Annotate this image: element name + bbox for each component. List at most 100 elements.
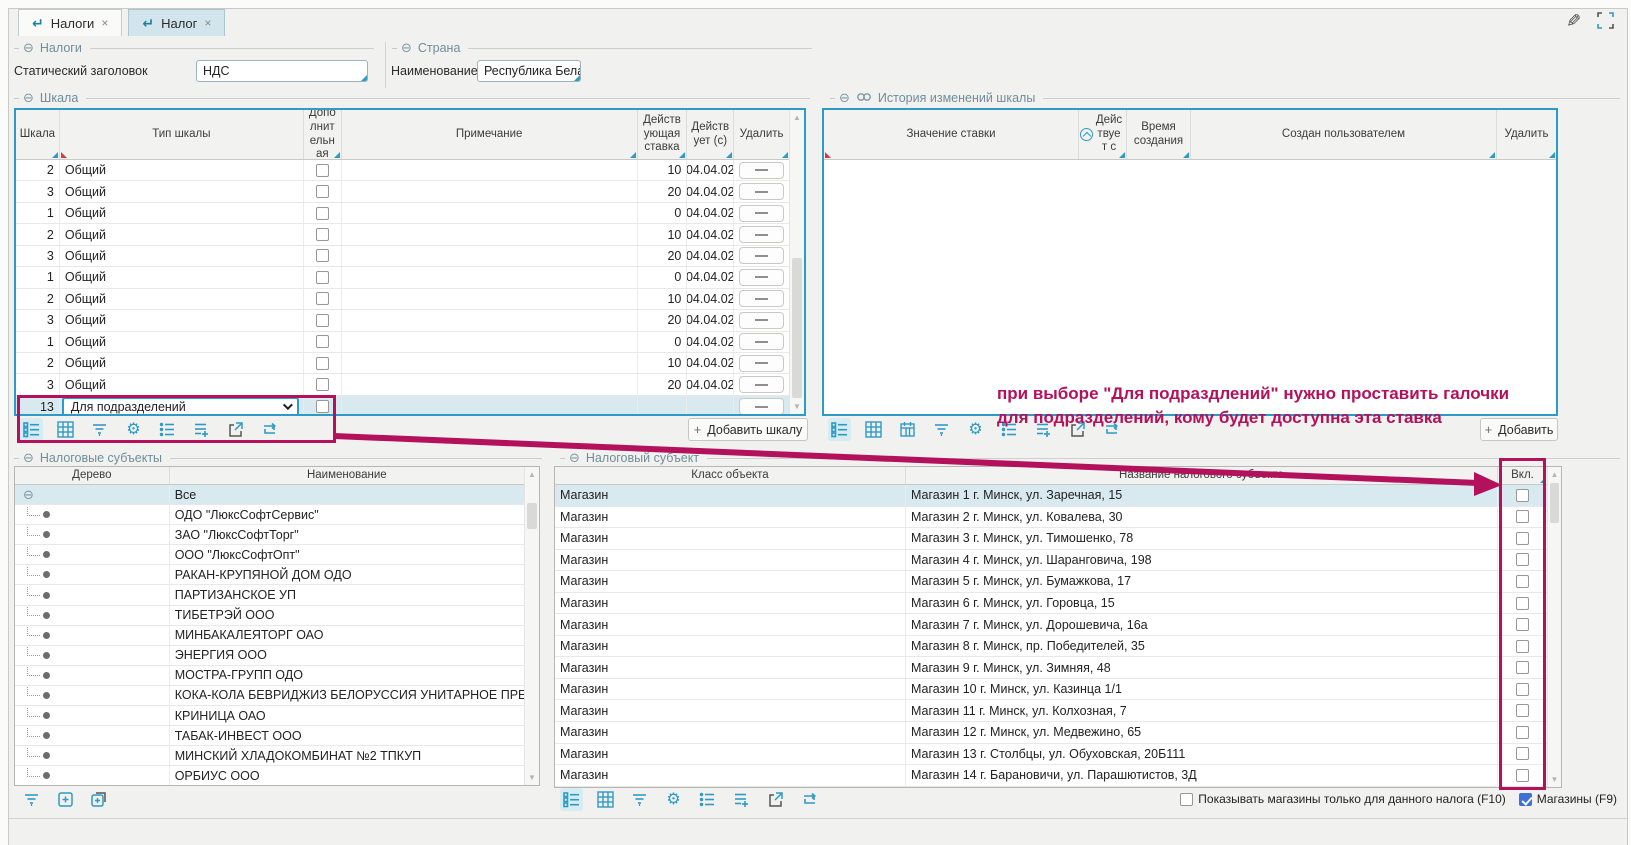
delete-row-button[interactable] — [739, 355, 784, 372]
col-primechanie[interactable]: Примечание — [342, 110, 638, 159]
tree-row[interactable]: ЗАО "ЛюксСофтТорг" — [15, 525, 524, 545]
tree-node-icon[interactable] — [43, 772, 50, 779]
table-row[interactable]: Магазин Магазин 4 г. Минск, ул. Шарангов… — [555, 550, 1547, 572]
tree-row[interactable]: ПАРТИЗАНСКОЕ УП — [15, 585, 524, 605]
tree-node-icon[interactable] — [43, 652, 50, 659]
table-row[interactable]: Магазин Магазин 10 г. Минск, ул. Казинца… — [555, 679, 1547, 701]
checkbox[interactable] — [316, 185, 329, 198]
country-name-input[interactable]: Республика Белар — [477, 60, 581, 82]
checkbox[interactable] — [316, 335, 329, 348]
tree-node-icon[interactable] — [43, 752, 50, 759]
gear-icon[interactable]: ⚙ — [964, 418, 987, 441]
delete-row-button[interactable] — [739, 269, 784, 286]
refresh-icon[interactable] — [798, 788, 821, 811]
delete-row-button[interactable] — [739, 183, 784, 200]
table-row[interactable]: 1 Общий 0 04.04.02 — [16, 332, 789, 353]
tree-node-icon[interactable] — [43, 511, 50, 518]
col-date[interactable]: Действует (с) — [687, 110, 734, 159]
scroll-up-icon[interactable]: ▲ — [1548, 470, 1561, 479]
col-created-by[interactable]: Создан пользователем — [1191, 110, 1497, 159]
table-row[interactable]: Магазин Магазин 12 г. Минск, ул. Медвежи… — [555, 722, 1547, 744]
delete-row-button[interactable] — [739, 205, 784, 222]
table-row[interactable]: 3 Общий 20 04.04.02 — [16, 310, 789, 331]
scroll-up-icon[interactable]: ▲ — [525, 470, 539, 479]
pencil-icon[interactable]: ✎ — [1566, 11, 1581, 32]
delete-row-button[interactable] — [739, 333, 784, 350]
grid-icon[interactable] — [862, 418, 885, 441]
scroll-down-icon[interactable]: ▼ — [525, 773, 539, 782]
tree-row[interactable]: ТИБЕТРЭЙ ООО — [15, 606, 524, 626]
tree-node-icon[interactable] — [43, 592, 50, 599]
scroll-thumb[interactable] — [792, 258, 802, 398]
table-row[interactable]: 2 Общий 10 04.04.02 — [16, 224, 789, 245]
close-icon[interactable]: × — [204, 16, 211, 30]
table-row[interactable]: 3 Общий 20 04.04.02 — [16, 374, 789, 395]
col-dopolnitelnaya[interactable]: Дополнительная — [304, 110, 342, 159]
tree-row[interactable]: МИНСКИЙ ХЛАДОКОМБИНАТ №2 ТПКУП — [15, 746, 524, 766]
col-created-time[interactable]: Время создания — [1127, 110, 1191, 159]
checkbox-shops-f9[interactable] — [1519, 793, 1532, 806]
table-row[interactable]: 1 Общий 0 04.04.02 — [16, 203, 789, 224]
calendar-icon[interactable] — [896, 418, 919, 441]
tree-row[interactable]: КОКА-КОЛА БЕВРИДЖИЗ БЕЛОРУССИЯ УНИТАРНОЕ… — [15, 686, 524, 706]
delete-row-button[interactable] — [739, 376, 784, 393]
collapse-icon[interactable]: ⊖ — [569, 450, 580, 466]
col-name[interactable]: Наименование — [170, 467, 524, 484]
tree-row[interactable]: ЭНЕРГИЯ ООО — [15, 646, 524, 666]
tree-row[interactable]: РАКАН-КРУПЯНОЙ ДОМ ОДО — [15, 565, 524, 585]
collapse-icon[interactable]: ⊖ — [23, 487, 34, 503]
tree-node-icon[interactable] — [43, 732, 50, 739]
checkbox[interactable] — [316, 207, 329, 220]
collapse-icon[interactable]: ⊖ — [401, 40, 412, 56]
tree-node-icon[interactable] — [43, 672, 50, 679]
close-icon[interactable]: × — [101, 16, 108, 30]
col-tree[interactable]: Дерево — [15, 467, 170, 484]
scroll-down-icon[interactable]: ▼ — [1548, 775, 1561, 784]
collapse-icon[interactable]: ⊖ — [23, 40, 34, 56]
collapse-icon[interactable]: ⊖ — [23, 450, 34, 466]
tree-node-icon[interactable] — [43, 632, 50, 639]
col-subject-name[interactable]: Название налогового субъекта — [906, 467, 1498, 484]
delete-row-button[interactable] — [739, 398, 784, 415]
table-row[interactable]: Магазин Магазин 13 г. Столбцы, ул. Обухо… — [555, 744, 1547, 766]
col-delete[interactable]: Удалить — [1497, 110, 1556, 159]
tree-row[interactable]: КРИНИЦА ОАО — [15, 706, 524, 726]
checkbox[interactable] — [316, 271, 329, 284]
scroll-thumb[interactable] — [1550, 483, 1559, 523]
tree-row[interactable]: ТАБАК-ИНВЕСТ ООО — [15, 726, 524, 746]
delete-row-button[interactable] — [739, 226, 784, 243]
gear-icon[interactable]: ⚙ — [662, 788, 685, 811]
list-icon[interactable] — [560, 788, 583, 811]
delete-row-button[interactable] — [739, 162, 784, 179]
table-row[interactable]: Магазин Магазин 1 г. Минск, ул. Заречная… — [555, 485, 1547, 507]
fullscreen-icon[interactable] — [1596, 11, 1615, 32]
tree-row[interactable]: МИНБАКАЛЕЯТОРГ ОАО — [15, 626, 524, 646]
checkbox-show-only-tax[interactable] — [1180, 793, 1193, 806]
col-tip-shkaly[interactable]: Тип шкалы — [60, 110, 304, 159]
table-row[interactable]: 3 Общий 20 04.04.02 — [16, 181, 789, 202]
add-list-icon[interactable] — [730, 788, 753, 811]
checkbox[interactable] — [316, 164, 329, 177]
export-icon[interactable] — [764, 788, 787, 811]
col-object-class[interactable]: Класс объекта — [555, 467, 906, 484]
table-row[interactable]: Магазин Магазин 11 г. Минск, ул. Колхозн… — [555, 700, 1547, 722]
tree-node-icon[interactable] — [43, 712, 50, 719]
add-multi-icon[interactable] — [88, 788, 111, 811]
tree-node-icon[interactable] — [43, 551, 50, 558]
scroll-up-icon[interactable]: ▲ — [790, 113, 804, 122]
tree-node-icon[interactable] — [43, 571, 50, 578]
static-header-input[interactable]: НДС — [196, 60, 368, 82]
table-row[interactable]: 3 Общий 20 04.04.02 — [16, 246, 789, 267]
tree-row[interactable]: ОДО "ЛюксСофтСервис" — [15, 505, 524, 525]
col-shkala[interactable]: Шкала — [16, 110, 60, 159]
checkbox[interactable] — [316, 249, 329, 262]
col-effective-from[interactable]: Действует с — [1079, 110, 1127, 159]
table-row[interactable]: Магазин Магазин 7 г. Минск, ул. Дорошеви… — [555, 614, 1547, 636]
scroll-thumb[interactable] — [527, 503, 537, 529]
col-delete[interactable]: Удалить — [734, 110, 789, 159]
tab-nalog[interactable]: ↵ Налог × — [128, 9, 225, 36]
table-row[interactable]: 2 Общий 10 04.04.02 — [16, 289, 789, 310]
table-row[interactable]: Магазин Магазин 9 г. Минск, ул. Зимняя, … — [555, 657, 1547, 679]
delete-row-button[interactable] — [739, 312, 784, 329]
checkbox[interactable] — [316, 378, 329, 391]
